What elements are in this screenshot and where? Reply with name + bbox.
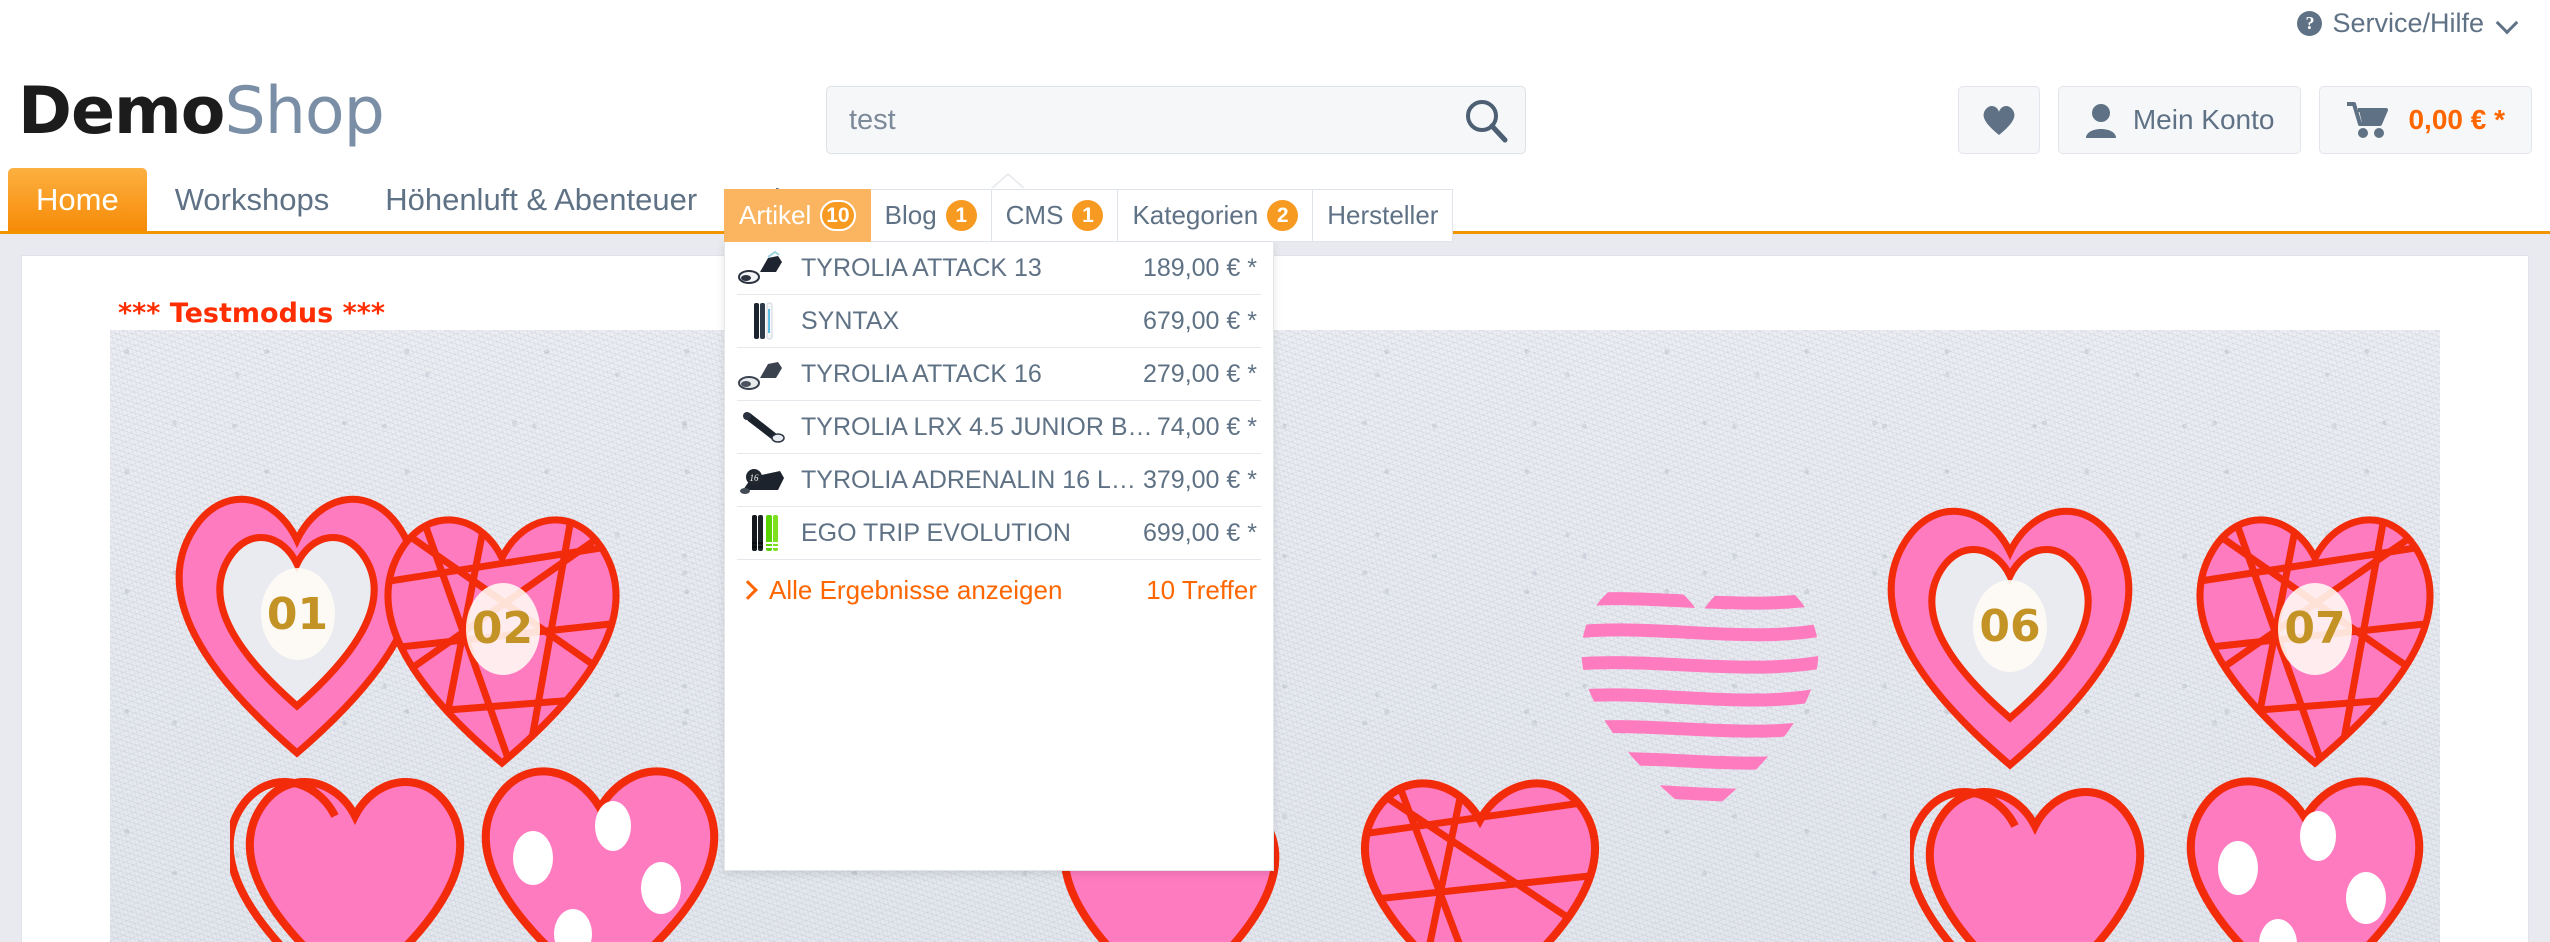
skis-icon: [737, 299, 789, 343]
tab-label: Artikel: [739, 200, 812, 230]
content-background: *** Testmodus *** 01 02 06 07: [0, 234, 2550, 942]
ski-binding-icon: [737, 405, 789, 449]
account-button[interactable]: Mein Konto: [2057, 86, 2302, 154]
tab-label: Blog: [884, 200, 937, 230]
all-results-link[interactable]: Alle Ergebnisse anzeigen 10 Treffer: [737, 560, 1261, 620]
page-root: ? Service/Hilfe DemoShop test Mein Konto…: [0, 0, 2550, 942]
skis-green-icon: [737, 511, 789, 555]
nav-item-workshops[interactable]: Workshops: [147, 168, 358, 231]
result-price: 189,00 € *: [1143, 253, 1257, 282]
search-submit-button[interactable]: [1460, 95, 1512, 147]
nav-item-home[interactable]: Home: [8, 168, 147, 231]
hero-heart-partial-dots-right: [2170, 748, 2440, 942]
result-row[interactable]: TYROLIA LRX 4.5 JUNIOR BINDING I... 74,0…: [737, 401, 1261, 454]
result-row[interactable]: TYROLIA ATTACK 13 189,00 € *: [737, 242, 1261, 295]
cart-total: 0,00 € *: [2408, 104, 2505, 135]
tab-hersteller[interactable]: Hersteller: [1313, 189, 1454, 242]
search-form: [826, 86, 1526, 154]
user-icon: [2085, 104, 2116, 138]
chevron-down-icon: [2498, 13, 2518, 33]
service-help-menu[interactable]: ? Service/Hilfe: [2297, 4, 2518, 42]
hero-heart-partial-left: [230, 748, 480, 942]
search-icon: [1466, 100, 1508, 143]
result-row[interactable]: SYNTAX 679,00 € *: [737, 295, 1261, 348]
account-label: Mein Konto: [2132, 104, 2275, 135]
result-price: 379,00 € *: [1143, 465, 1257, 494]
nav-label: Home: [36, 181, 119, 217]
site-logo[interactable]: DemoShop: [18, 74, 385, 149]
ski-binding-icon: [737, 246, 789, 290]
hero-heart-partial-right: [1910, 758, 2160, 942]
tab-count-badge: 2: [1267, 200, 1299, 231]
nav-item-hoehenluft[interactable]: Höhenluft & Abenteuer: [357, 168, 725, 231]
hero-heart-center-lower-2: [1340, 750, 1620, 942]
svg-text:16: 16: [750, 473, 760, 483]
ajax-search-dropdown: Artikel 10 Blog 1 CMS 1 Kategorien 2 Her…: [724, 175, 1454, 896]
hero-heart-07: 07: [2175, 478, 2440, 768]
result-name: TYROLIA LRX 4.5 JUNIOR BINDING I...: [801, 412, 1157, 441]
tab-label: CMS: [1005, 200, 1064, 230]
logo-part-shop: Shop: [224, 74, 384, 149]
result-row[interactable]: 16 TYROLIA ADRENALIN 16 LONG 379,00 € *: [737, 454, 1261, 507]
all-results-label: Alle Ergebnisse anzeigen: [769, 574, 1063, 605]
test-mode-banner: *** Testmodus ***: [118, 298, 385, 329]
hero-heart-number: 02: [465, 582, 540, 675]
nav-label: Höhenluft & Abenteuer: [385, 181, 698, 217]
hero-heart-06: 06: [1865, 470, 2155, 770]
result-row[interactable]: EGO TRIP EVOLUTION 699,00 € *: [737, 507, 1261, 560]
ajax-search-tabs: Artikel 10 Blog 1 CMS 1 Kategorien 2 Her…: [724, 189, 1454, 242]
tab-blog[interactable]: Blog 1: [870, 189, 992, 242]
tab-count-badge: 1: [1072, 200, 1104, 231]
content-card: *** Testmodus *** 01 02 06 07: [22, 256, 2528, 942]
result-name: EGO TRIP EVOLUTION: [801, 518, 1071, 547]
hero-heart-number: 07: [2278, 582, 2352, 675]
ski-binding-icon: [737, 352, 789, 396]
ski-binding-icon: 16: [737, 458, 789, 502]
header-actions: Mein Konto 0,00 € *: [1957, 86, 2532, 154]
service-help-label: Service/Hilfe: [2332, 8, 2484, 38]
tab-count-badge: 10: [820, 200, 856, 231]
heart-icon: [1983, 105, 2015, 135]
all-results-hits: 10 Treffer: [1146, 574, 1257, 605]
logo-part-demo: Demo: [18, 74, 225, 149]
result-name: TYROLIA ADRENALIN 16 LONG: [801, 465, 1143, 494]
tab-cms[interactable]: CMS 1: [991, 189, 1119, 242]
hero-heart-partial-dots: [465, 738, 735, 942]
site-header: DemoShop Mein Konto: [0, 48, 2550, 168]
result-name: TYROLIA ATTACK 13: [801, 253, 1042, 282]
result-name: SYNTAX: [801, 306, 900, 335]
result-price: 699,00 € *: [1143, 518, 1257, 547]
question-circle-icon: ?: [2297, 10, 2323, 36]
tab-artikel[interactable]: Artikel 10: [724, 189, 871, 242]
cart-button[interactable]: 0,00 € *: [2319, 86, 2532, 154]
hero-heart-02: 02: [365, 478, 640, 768]
tab-label: Hersteller: [1327, 200, 1439, 230]
cart-icon: [2347, 102, 2389, 138]
hero-heart-number: 06: [1973, 580, 2047, 672]
search-input[interactable]: [826, 86, 1526, 154]
result-name: TYROLIA ATTACK 16: [801, 359, 1042, 388]
chevron-right-icon: [741, 582, 757, 598]
wishlist-button[interactable]: [1957, 86, 2040, 154]
tab-count-badge: 1: [945, 200, 977, 231]
service-bar: ? Service/Hilfe: [0, 0, 2550, 48]
tab-label: Kategorien: [1132, 200, 1259, 230]
result-price: 74,00 € *: [1156, 412, 1257, 441]
ajax-search-results: TYROLIA ATTACK 13 189,00 € * SYNTAX 679,…: [724, 241, 1274, 871]
tab-kategorien[interactable]: Kategorien 2: [1118, 189, 1314, 242]
hero-banner[interactable]: 01 02 06 07: [110, 330, 2440, 942]
result-price: 279,00 € *: [1143, 359, 1257, 388]
hero-heart-number: 01: [260, 568, 335, 660]
result-price: 679,00 € *: [1143, 306, 1257, 335]
nav-label: Workshops: [174, 181, 330, 217]
result-row[interactable]: TYROLIA ATTACK 16 279,00 € *: [737, 348, 1261, 401]
dropdown-caret-icon: [991, 175, 1025, 190]
